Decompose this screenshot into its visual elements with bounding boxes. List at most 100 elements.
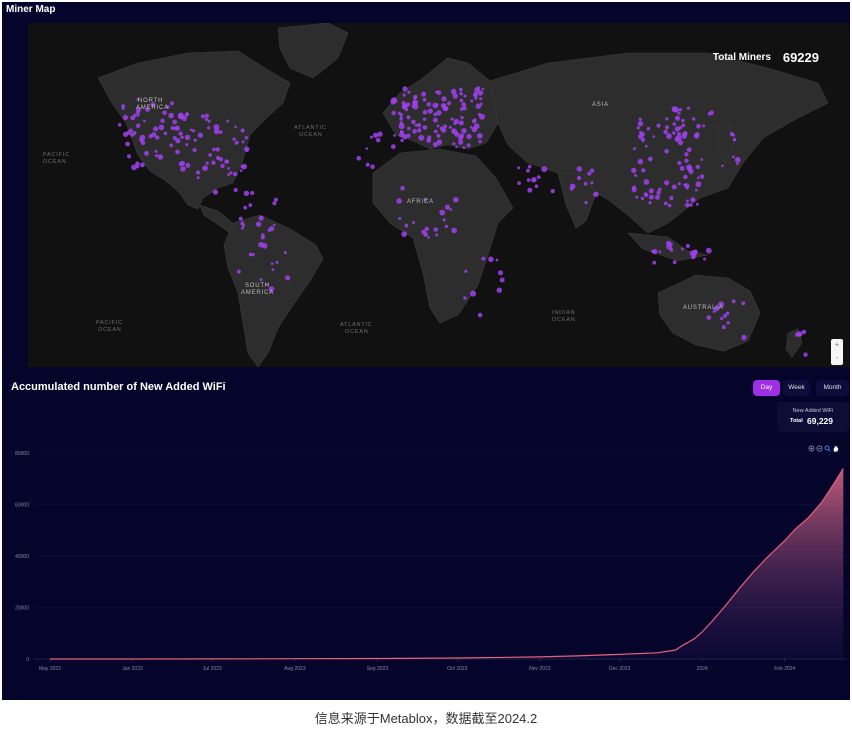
miner-dot — [132, 113, 137, 118]
miner-dot — [204, 113, 209, 118]
miner-dot — [163, 131, 168, 136]
continents — [97, 23, 829, 367]
miner-dot — [550, 188, 555, 194]
miner-dot — [283, 251, 287, 255]
miner-dot — [436, 133, 441, 138]
continent-label: SOUTH — [245, 283, 270, 289]
miner-dot — [239, 169, 243, 173]
range-week-button[interactable]: Week — [783, 380, 810, 396]
chart-title: Accumulated number of New Added WiFi — [11, 381, 226, 393]
miner-dot — [241, 226, 244, 230]
map-zoom-out-button[interactable]: - — [831, 352, 843, 365]
miner-dot — [401, 231, 407, 237]
miner-dot — [671, 184, 677, 190]
miner-dot — [702, 124, 706, 128]
miner-dot — [461, 102, 467, 108]
miner-dot — [406, 115, 411, 120]
miner-dot — [433, 227, 439, 232]
x-tick-label: Feb 2024 — [774, 666, 795, 672]
tooltip-total-value: 69,229 — [807, 416, 833, 426]
miner-dot — [421, 91, 427, 97]
miner-dot — [677, 182, 681, 186]
miner-dot — [451, 128, 458, 135]
miner-dot — [243, 205, 248, 210]
miner-dot — [244, 136, 248, 140]
miner-dot — [460, 115, 464, 120]
miner-dot — [635, 195, 639, 199]
miner-dot — [696, 176, 700, 180]
ocean-label: OCEAN — [552, 317, 576, 323]
range-day-button[interactable]: Day — [753, 380, 780, 396]
miner-dot — [658, 250, 662, 254]
miner-dot — [672, 260, 677, 265]
miner-dot — [541, 166, 548, 173]
miner-dot — [140, 162, 145, 168]
miner-dot — [412, 128, 417, 134]
miner-dot — [220, 163, 225, 169]
range-month-button[interactable]: Month — [816, 380, 849, 396]
miner-dot — [229, 171, 233, 175]
miner-dot — [422, 97, 427, 102]
miner-dot — [135, 123, 141, 129]
miner-dot — [436, 110, 442, 116]
miner-dot — [678, 108, 683, 112]
x-axis-ticks: May 2023 Jun 2023 Jul 2023 Aug 2023 Sep 2023… — [39, 659, 796, 672]
miner-dot — [168, 112, 174, 119]
miner-dot — [122, 114, 129, 121]
miner-dot — [690, 197, 696, 203]
miner-dot — [732, 133, 735, 137]
miner-dot — [471, 119, 477, 124]
miner-dot — [455, 145, 458, 148]
x-tick-label: 2024 — [697, 666, 708, 672]
miner-dot — [207, 126, 211, 130]
miner-dot — [463, 94, 467, 98]
miner-dot — [236, 269, 241, 274]
miner-dot — [632, 147, 636, 151]
miner-dot — [726, 321, 730, 325]
miner-dot — [663, 129, 668, 135]
x-tick-label: Sep 2023 — [367, 666, 389, 672]
miner-dot — [233, 187, 238, 193]
miner-dot — [801, 329, 807, 335]
miner-dot — [459, 133, 465, 139]
miner-dot — [696, 123, 701, 129]
x-tick-label: Jul 2023 — [203, 666, 222, 672]
miner-dot — [285, 275, 291, 281]
miner-dot — [377, 131, 383, 137]
miner-dot — [741, 334, 747, 341]
miner-dot — [481, 87, 485, 91]
miner-map[interactable]: PACIFIC OCEAN ATLANTIC OCEAN PACIFIC OCE… — [28, 23, 849, 367]
miner-dot — [178, 131, 183, 136]
miner-dot — [422, 117, 427, 122]
accumulated-wifi-chart[interactable]: 0 20000 40000 60000 80000 May 2023 Jun 2023 Ju… — [2, 442, 850, 682]
miner-dot — [412, 103, 419, 110]
miner-dot — [126, 154, 132, 159]
miner-dot — [656, 190, 661, 195]
miner-dot — [677, 111, 681, 115]
miner-dot — [720, 316, 724, 321]
image-caption: 信息来源于Metablox，数据截至2024.2 — [314, 711, 538, 726]
miner-dot — [473, 123, 480, 130]
miner-dot — [652, 260, 657, 265]
x-tick-label: Oct 2023 — [447, 666, 468, 672]
miner-dot — [464, 269, 468, 273]
miner-dot — [652, 135, 655, 138]
map-zoom-in-button[interactable]: + — [831, 339, 843, 352]
miner-dot — [527, 187, 533, 193]
miner-dot — [681, 133, 687, 139]
miner-dot — [593, 191, 599, 198]
miner-dot — [589, 168, 595, 173]
miner-dot — [260, 235, 265, 240]
y-tick-label: 40000 — [15, 554, 29, 560]
miner-dot — [795, 332, 800, 337]
miner-dot — [407, 90, 411, 94]
ocean-label: OCEAN — [299, 132, 323, 138]
x-tick-label: Aug 2023 — [284, 666, 306, 672]
x-tick-label: Nov 2023 — [529, 666, 551, 672]
miner-dot — [233, 171, 238, 177]
miner-dot — [637, 158, 644, 165]
miner-dot — [684, 158, 689, 163]
miner-dot — [734, 157, 741, 163]
miner-dot — [180, 135, 184, 140]
miner-dot — [695, 202, 699, 206]
